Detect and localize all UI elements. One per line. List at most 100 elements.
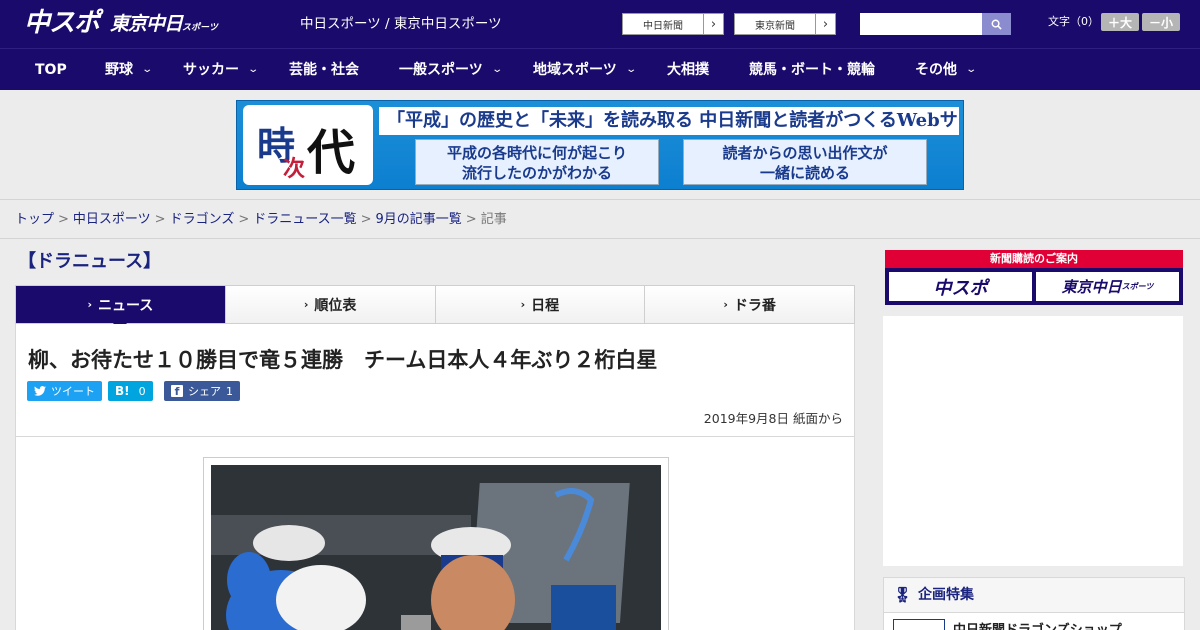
tokyo-chunichi-logo-text: 東京中日 (110, 13, 183, 35)
jidai-logo-ci: 次 (283, 156, 306, 182)
tokyo-shimbun-label: 東京新聞 (755, 20, 795, 32)
article-photo-frame (203, 457, 669, 630)
subscription-ad[interactable]: 新聞購読のご案内 中スポ 東京中日 スポーツ (885, 250, 1183, 305)
feature-item-title: 中日新聞ドラゴンズショップ (953, 619, 1122, 630)
chevron-right-icon: › (87, 298, 92, 311)
photo-illustration (211, 465, 661, 630)
chevron-down-icon: ⌄ (965, 64, 978, 75)
chevron-right-icon: › (723, 298, 728, 311)
tokyo-shimbun-link[interactable]: 東京新聞 › (734, 13, 836, 35)
tab-label: ドラ番 (733, 297, 776, 314)
feature-panel: 🎖 企画特集 中日新聞ドラゴンズショップ (883, 577, 1185, 630)
main-content: 【ドラニュース】 › ニュース › 順位表 › 日程 › ドラ番 柳、お待たせ１０勝目で… (0, 239, 1200, 630)
feature-header: 🎖 企画特集 (884, 578, 1184, 613)
tab-dora-ban[interactable]: › ドラ番 (645, 286, 854, 323)
breadcrumb-separator: > (465, 212, 477, 227)
chevron-right-icon: › (815, 14, 835, 34)
hatena-share-button[interactable]: B! 0 (108, 381, 153, 401)
nav-item-regional-sports[interactable]: 地域スポーツ ⌄ (533, 49, 637, 91)
sidebar-ad-slot (883, 316, 1183, 566)
nav-label: TOP (35, 62, 67, 78)
breadcrumb-separator: > (360, 212, 372, 227)
search-icon (991, 19, 1002, 30)
jidai-logo-dai: 代 (307, 125, 356, 181)
chuspo-logo[interactable]: 中スポ (24, 8, 100, 38)
breadcrumb-top[interactable]: トップ (15, 212, 54, 227)
banner-box-right: 読者からの思い出作文が 一緒に読める (683, 139, 927, 185)
facebook-share-label: シェア (188, 385, 221, 398)
facebook-share-button[interactable]: f シェア 1 (164, 381, 240, 401)
facebook-count: 1 (226, 384, 233, 398)
subscribe-tokyo-chunichi-button[interactable]: 東京中日 スポーツ (1036, 272, 1179, 301)
search-input[interactable] (860, 13, 982, 35)
tokyo-chunichi-logo-small: スポーツ (182, 23, 218, 33)
feature-title: 企画特集 (918, 586, 975, 603)
banner-box-left-line2: 流行したのかがわかる (461, 164, 612, 182)
nav-item-general-sports[interactable]: 一般スポーツ ⌄ (399, 49, 503, 91)
chevron-right-icon: › (303, 298, 309, 311)
feature-item[interactable]: 中日新聞ドラゴンズショップ (893, 619, 1122, 630)
article-date: 2019年9月8日 紙面から (703, 411, 843, 426)
twitter-share-button[interactable]: ツイート (27, 381, 102, 401)
subscribe-chuspo-button[interactable]: 中スポ (889, 272, 1032, 301)
tab-label: 日程 (531, 297, 560, 314)
nav-item-racing[interactable]: 競馬・ボート・競輪 (749, 49, 875, 91)
chevron-right-icon: › (520, 298, 526, 311)
section-tabs: › ニュース › 順位表 › 日程 › ドラ番 (15, 285, 855, 331)
site-names: 中日スポーツ / 東京中日スポーツ (300, 16, 502, 32)
nav-item-entertainment[interactable]: 芸能・社会 (289, 49, 359, 91)
banner-box-left-line1: 平成の各時代に何が起こり (446, 144, 627, 162)
breadcrumb-chunichi-sports[interactable]: 中日スポーツ (73, 212, 151, 227)
feature-thumbnail (893, 619, 945, 630)
nav-label: 地域スポーツ (533, 62, 617, 78)
main-nav: TOP 野球 ⌄ サッカー ⌄ 芸能・社会 一般スポーツ ⌄ 地域スポーツ ⌄ 大相撲 … (0, 48, 1200, 90)
hatena-icon: B! (115, 384, 130, 398)
nav-label: 野球 (105, 62, 133, 78)
nav-item-top[interactable]: TOP (35, 49, 67, 91)
subscribe-tokyo-chunichi-small: スポーツ (1121, 282, 1154, 291)
chevron-right-icon: › (703, 14, 723, 34)
breadcrumb-separator: > (154, 212, 166, 227)
nav-label: 競馬・ボート・競輪 (749, 62, 875, 78)
chevron-down-icon: ⌄ (247, 64, 260, 75)
nav-item-sumo[interactable]: 大相撲 (667, 49, 709, 91)
breadcrumb-separator: > (58, 212, 69, 227)
breadcrumb-current: 記事 (480, 212, 507, 227)
nav-label: その他 (915, 62, 957, 78)
article-body (15, 437, 855, 630)
breadcrumb-separator: > (238, 212, 250, 227)
hatena-count: 0 (138, 384, 146, 398)
nav-item-baseball[interactable]: 野球 ⌄ (105, 49, 154, 91)
tab-label: ニュース (97, 297, 154, 314)
section-title: 【ドラニュース】 (18, 251, 162, 272)
tab-schedule[interactable]: › 日程 (435, 286, 646, 323)
article-photo[interactable] (211, 465, 661, 630)
font-bigger-button[interactable]: ＋大 (1101, 13, 1139, 31)
tab-standings[interactable]: › 順位表 (225, 286, 436, 323)
chunichi-shimbun-link[interactable]: 中日新聞 › (622, 13, 724, 35)
nav-label: 一般スポーツ (399, 62, 483, 78)
facebook-icon: f (171, 385, 183, 398)
breadcrumb-dragons[interactable]: ドラゴンズ (170, 212, 235, 227)
site-header: 中スポ 東京中日スポーツ 中日スポーツ / 東京中日スポーツ 中日新聞 › 東京… (0, 0, 1200, 48)
twitter-icon (34, 386, 46, 396)
jidai-logo: 時 次 代 (243, 105, 373, 185)
breadcrumb-news-list[interactable]: ドラニュース一覧 (253, 212, 356, 227)
tab-label: 順位表 (314, 297, 357, 314)
nav-item-soccer[interactable]: サッカー ⌄ (183, 49, 260, 91)
breadcrumb-september-list[interactable]: 9月の記事一覧 (376, 212, 462, 227)
chevron-down-icon: ⌄ (625, 64, 637, 75)
banner-area: 時 次 代 「平成」の歴史と「未来」を読み取る 中日新聞と読者がつくるWebサイ… (0, 90, 1200, 200)
banner-box-right-line2: 一緒に読める (759, 164, 850, 182)
font-smaller-button[interactable]: －小 (1142, 13, 1180, 31)
nav-item-other[interactable]: その他 ⌄ (915, 49, 978, 91)
chevron-down-icon: ⌄ (141, 64, 154, 75)
jidai-banner[interactable]: 時 次 代 「平成」の歴史と「未来」を読み取る 中日新聞と読者がつくるWebサイ… (236, 100, 964, 190)
chevron-down-icon: ⌄ (491, 64, 503, 75)
font-size-label: 文字（0） (1048, 15, 1099, 28)
tokyo-chunichi-logo[interactable]: 東京中日スポーツ (110, 12, 218, 40)
subscribe-tokyo-chunichi-label: 東京中日 (1061, 278, 1122, 296)
nav-label: サッカー (183, 62, 239, 78)
search-button[interactable] (982, 13, 1011, 35)
tab-news[interactable]: › ニュース (16, 286, 226, 331)
